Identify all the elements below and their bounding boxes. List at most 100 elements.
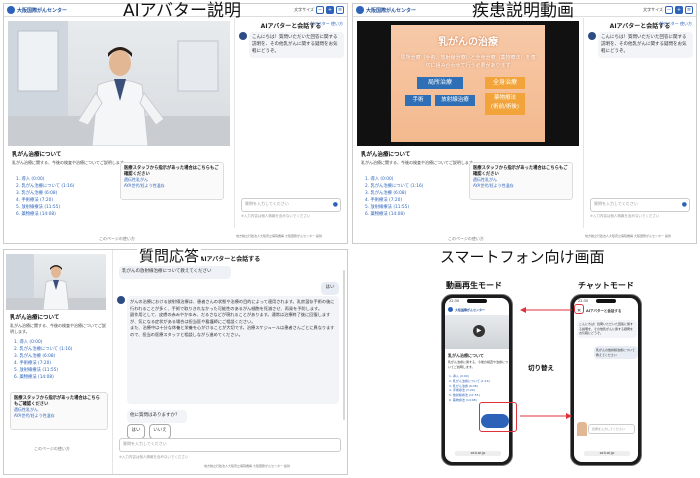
avatar-video[interactable] <box>8 21 230 146</box>
chat-greeting: こんにちは！質問いただいた回答に関する説明を、その他乳がんに関する疑問をお気軽に… <box>249 32 344 59</box>
footer-copyright: 地方独立行政法人大阪府立病院機構 大阪国際がんセンター 提供 <box>585 234 671 238</box>
text-size-label: 文字サイズ <box>294 7 314 12</box>
chapter-list: 1. 導入 (0:00) 2. 乳がん治療について (1:16) 3. 乳がん治… <box>14 339 72 381</box>
slide-title: 乳がんの治療 <box>438 37 498 48</box>
logo-mark-icon <box>7 6 15 14</box>
chapter-item[interactable]: 2. 乳がん治療について (1:16) <box>365 183 423 190</box>
chapter-item[interactable]: 5. 放射線療法 (11:55) <box>14 367 72 374</box>
mode-chat-label: チャットモード <box>578 281 634 290</box>
chat-input-note: ※入力内容は個人情報を含めないでください <box>590 214 660 218</box>
phone-screen: 22:30 大阪国際がんセンター ▶ 乳がん治療について 乳がん治療に関する、今… <box>445 298 509 462</box>
chat-help-link[interactable]: AIアバター 使い方 <box>310 21 343 27</box>
chat-input[interactable]: 質問を入力してください <box>588 424 635 434</box>
reply-yes-button[interactable]: はい <box>127 424 145 439</box>
title-avatar-explanation: AIアバター説明 <box>123 1 241 21</box>
text-size-plus-button[interactable]: + <box>675 6 683 14</box>
chapter-item[interactable]: 3. 乳がん治療 (6:08) <box>16 190 74 197</box>
chat-input[interactable]: 質問を入力してください <box>590 198 690 212</box>
chat-help-link[interactable]: AIアバター 使い方 <box>659 21 692 27</box>
logo-text: 大阪国際がんセンター <box>17 7 68 14</box>
staff-link[interactable]: AYA世代/妊よう性温存 <box>124 183 220 189</box>
chapter-item[interactable]: 4. 手術療法 (7:20) <box>16 197 74 204</box>
menu-icon[interactable]: ≡ <box>685 6 693 14</box>
chat-input-note: ※入力内容は個人情報を含めないでください <box>241 214 311 218</box>
bot-followup: 他に質問はありますか？ <box>127 410 187 423</box>
staff-title: 医療スタッフから指示があった場合はこちらもご確認ください <box>14 396 100 407</box>
section-title: 乳がん治療について <box>12 152 62 158</box>
chat-greeting: こんにちは！質問いただいた回答に関する説明を、その他乳がんに関する疑問をお気軽に… <box>598 32 693 59</box>
text-size-label: 文字サイズ <box>643 7 663 12</box>
staff-link[interactable]: AYA世代/妊よう性温存 <box>473 183 569 189</box>
text-size-plus-button[interactable]: + <box>326 6 334 14</box>
switch-label: 切り替え <box>528 364 554 372</box>
chat-input[interactable]: 質問を入力してください <box>241 198 341 212</box>
footer-howto-link[interactable]: このページの使い方 <box>34 446 70 452</box>
chapter-item[interactable]: 1. 導入 (0:00) <box>16 176 74 183</box>
chapter-item[interactable]: 1. 導入 (0:00) <box>14 339 72 346</box>
chapter-item[interactable]: 2. 乳がん治療について (1:16) <box>16 183 74 190</box>
mic-icon[interactable]: ● <box>333 201 338 208</box>
chapter-item[interactable]: 4. 手術療法 (7:20) <box>14 360 72 367</box>
logo[interactable]: 大阪国際がんセンター <box>356 6 416 14</box>
chat-panel-qa: AIアバターと会話する 乳がんの放射線治療について教えてください はい がんの治… <box>112 250 347 474</box>
reply-no-button[interactable]: いいえ <box>149 424 171 439</box>
chapter-item[interactable]: 6. 薬物療法 (14:08) <box>16 211 74 218</box>
panel-qa: AIアバターと会話する 乳がんの放射線治療について教えてください はい がんの治… <box>3 249 348 475</box>
section-desc: 乳がん治療に関する、今後の検査や治療についてご説明します。 <box>10 323 106 334</box>
footer-copyright: 地方独立行政法人大阪府立病院機構 大阪国際がんセンター 提供 <box>204 464 290 468</box>
chapter-item[interactable]: 6. 薬物療法 (14:08) <box>365 211 423 218</box>
chapter-item[interactable]: 5. 放射線療法 (11:55) <box>16 204 74 211</box>
bot-avatar-icon <box>239 32 247 40</box>
play-icon[interactable]: ▶ <box>473 325 485 337</box>
video-slide: 乳がんの治療 局所治療（手術、放射線治療）と全身治療（薬物療法）を適切に組み合わ… <box>391 25 545 142</box>
chat-scrollbar[interactable] <box>343 270 345 420</box>
chapter-item[interactable]: 6. 薬物療法 (14:08) <box>14 374 72 381</box>
chapter-item[interactable]: 5. 放射線療法 (11:55) <box>365 204 423 211</box>
mic-icon[interactable]: ● <box>682 201 687 208</box>
address-bar[interactable]: ocii-ai.jp <box>455 450 501 456</box>
avatar-video-small[interactable] <box>6 254 106 310</box>
staff-link[interactable]: AYA世代/妊よう性温存 <box>14 413 104 419</box>
footer-howto-link[interactable]: このページの使い方 <box>448 236 484 242</box>
chapter-item[interactable]: 3. 乳がん治療 (6:08) <box>365 190 423 197</box>
section-title: 乳がん治療について <box>361 152 411 158</box>
logo[interactable]: 大阪国際がんセンター <box>7 6 67 14</box>
logo-text: 大阪国際がんセンター <box>366 7 417 14</box>
menu-icon[interactable]: ≡ <box>336 6 344 14</box>
chapter-item[interactable]: 2. 乳がん治療について (1:16) <box>14 346 72 353</box>
chat-input-note: ※入力内容は個人情報を含めないでください <box>119 455 189 459</box>
chat-title: AIアバターと会話する <box>586 309 622 313</box>
title-qa: 質問応答 <box>137 247 202 265</box>
user-question: 乳がんの放射線治療について教えてください <box>119 266 231 279</box>
section-title: 乳がん治療について <box>448 353 484 358</box>
section-desc: 乳がん治療に関する、今後の検査や治療についてご説明します。 <box>12 160 128 165</box>
slide-box-surgery: 手術 <box>405 95 431 106</box>
chapter-item[interactable]: 1. 導入 (0:00) <box>365 176 423 183</box>
footer-howto-link[interactable]: このページの使い方 <box>99 236 135 242</box>
text-size-minus-button[interactable]: − <box>316 6 324 14</box>
disease-video[interactable]: 乳がんの治療 局所治療（手術、放射線治療）と全身治療（薬物療法）を適切に組み合わ… <box>357 21 579 146</box>
mode-video-label: 動画再生モード <box>446 281 502 290</box>
chat-input[interactable]: 質問を入力してください <box>119 438 341 452</box>
section-desc: 乳がん治療に関する、今後の検査や治療についてご説明します。 <box>448 360 509 369</box>
chapter-list: 1. 導入 (0:00) 2. 乳がん治療について (1:16) 3. 乳がん治… <box>449 374 490 402</box>
phone-video-mode: 22:30 大阪国際がんセンター ▶ 乳がん治療について 乳がん治療に関する、今… <box>441 294 513 466</box>
slide-box-radiation: 放射線治療 <box>435 95 475 106</box>
chat-greeting: こんにちは！質問いただいた回答に関する説明を、その他乳がんに関する疑問をお気軽に… <box>577 320 637 338</box>
highlight-close-button <box>574 304 584 314</box>
chapter-item[interactable]: 4. 手術療法 (7:20) <box>365 197 423 204</box>
staff-title: 医療スタッフから指示があった場合はこちらもご確認ください <box>473 166 568 177</box>
slide-box-drug: 薬物療法 (術前/術後) <box>485 93 525 115</box>
phone-video[interactable]: ▶ <box>445 315 509 349</box>
chat-panel: AIアバターと会話する AIアバター 使い方 こんにちは！質問いただいた回答に関… <box>583 18 696 228</box>
logo-mark-icon <box>356 6 364 14</box>
logo[interactable]: 大阪国際がんセンター <box>448 307 485 312</box>
address-bar[interactable]: ocii-ai.jp <box>584 450 630 456</box>
user-question: 乳がんの放射線治療について教えてください <box>594 346 638 359</box>
text-size-minus-button[interactable]: − <box>665 6 673 14</box>
status-time: 22:30 <box>449 299 460 303</box>
phone-screen: 22:30 ✕ AIアバターと会話する こんにちは！質問いただいた回答に関する説… <box>574 298 638 462</box>
chapter-list: 1. 導入 (0:00) 2. 乳がん治療について (1:16) 3. 乳がん治… <box>365 176 423 218</box>
chapter-item[interactable]: 3. 乳がん治療 (6:08) <box>14 353 72 360</box>
highlight-floating-button <box>479 402 517 432</box>
